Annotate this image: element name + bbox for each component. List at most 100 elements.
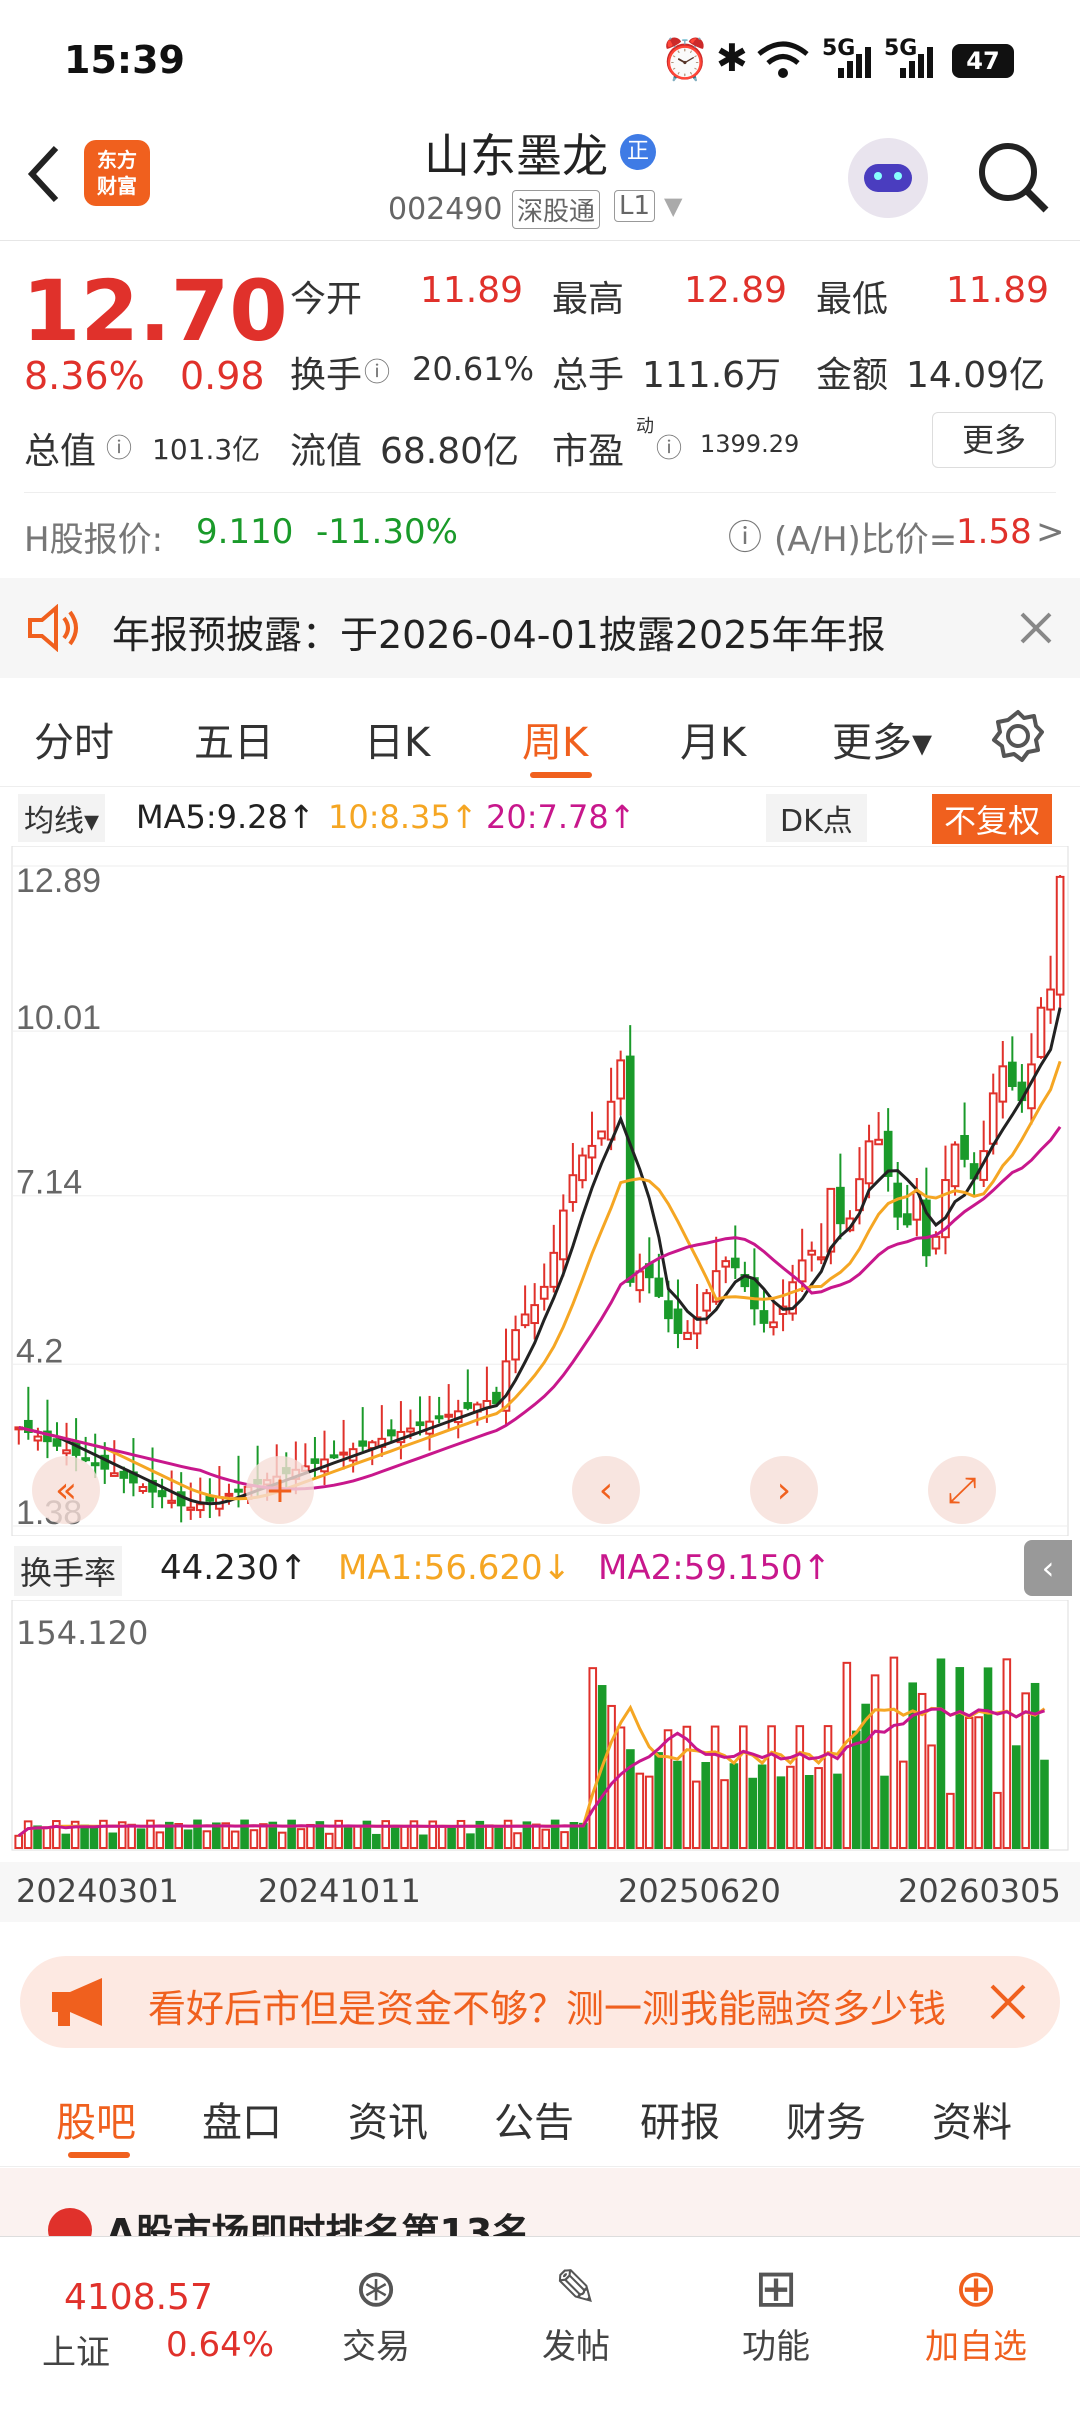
turnover-bar [786, 1765, 795, 1850]
tab-guba[interactable]: 股吧 [56, 2090, 136, 2148]
tab-finance[interactable]: 财务 [786, 2090, 866, 2148]
turnover-bar [748, 1777, 758, 1849]
pe-superscript: 动 [636, 416, 654, 437]
tab-indicator [68, 2152, 130, 2158]
turnover-bar [616, 1726, 626, 1849]
functions-label: 功能 [742, 2327, 810, 2367]
promo-banner[interactable]: 看好后市但是资金不够？测一测我能融资多少钱 [20, 1956, 1060, 2048]
candle-body [387, 1429, 396, 1437]
functions-button[interactable]: ⊞ 功能 [706, 2259, 846, 2368]
dropdown-icon[interactable]: ▼ [664, 192, 682, 220]
rank-row[interactable]: A股市场即时排名第13名 [0, 2168, 1080, 2238]
candle-body [578, 1154, 587, 1182]
turnover-ma1: MA1:56.620↓ [338, 1548, 572, 1588]
post-button[interactable]: ✎ 发帖 [506, 2259, 646, 2368]
chevron-right-icon: > [1036, 512, 1065, 552]
pe-label: 市盈 [552, 431, 625, 472]
ah-ratio-value: 1.58 [956, 512, 1032, 552]
tab-monthly-k[interactable]: 月K [680, 710, 746, 768]
ma-selector[interactable]: 均线▾ [18, 794, 106, 842]
info-icon[interactable]: ⓘ [106, 428, 132, 465]
tab-pankou[interactable]: 盘口 [202, 2090, 282, 2148]
chart-tabs: 分时 五日 日K 周K 月K 更多▾ [0, 690, 1080, 787]
turnover-bar [372, 1833, 381, 1850]
candle-body [434, 1415, 444, 1420]
turnover-bar [757, 1764, 767, 1850]
stock-header: 东方 财富 山东墨龙 正 002490 深股通 L1 ▼ [0, 120, 1080, 241]
price-tick-label: 4.2 [16, 1332, 63, 1370]
turnover-bar [494, 1827, 503, 1850]
ah-ratio-label: (A/H)比价= [774, 520, 958, 560]
turnover-bar [1030, 1682, 1040, 1849]
plus-circle-icon: ⊕ [954, 2259, 998, 2319]
turnover-value: 20.61% [412, 350, 535, 388]
close-icon[interactable] [988, 1982, 1028, 2022]
wifi-icon [757, 41, 809, 78]
turnover-chart[interactable]: 154.120 [0, 1600, 1080, 1860]
collapse-panel-button[interactable]: ‹ [1024, 1540, 1072, 1596]
turnover-bar [23, 1820, 33, 1850]
info-icon[interactable]: ⓘ [656, 428, 682, 465]
candle-body [616, 1059, 625, 1100]
tab-more[interactable]: 更多▾ [832, 710, 932, 768]
tab-research[interactable]: 研报 [640, 2090, 720, 2148]
turnover-bar [437, 1825, 447, 1850]
tab-five-day[interactable]: 五日 [194, 710, 274, 768]
amount-label: 金额 [816, 355, 889, 396]
logo-text-1: 东方 [97, 148, 137, 172]
gear-icon[interactable] [990, 708, 1046, 764]
back-arrow-icon[interactable] [24, 144, 64, 204]
help-icon[interactable]: ⓘ [728, 510, 762, 559]
tab-profile[interactable]: 资料 [932, 2090, 1012, 2148]
tab-news[interactable]: 资讯 [348, 2090, 428, 2148]
dk-point-button[interactable]: DK点 [766, 794, 867, 842]
turnover-bar [776, 1776, 786, 1849]
candle-body [186, 1506, 196, 1511]
ma10-value: 10:8.35↑ [328, 798, 478, 836]
date-label: 20250620 [618, 1872, 781, 1910]
candle-body [683, 1331, 692, 1341]
float-value: 68.80亿 [380, 431, 520, 472]
turnover-bar [899, 1760, 908, 1849]
eastmoney-logo[interactable]: 东方 财富 [84, 140, 150, 206]
turnover-max-label: 154.120 [16, 1614, 148, 1652]
battery-icon: 47 [952, 44, 1014, 78]
turnover-bar [644, 1775, 654, 1849]
tab-announcements[interactable]: 公告 [494, 2090, 574, 2148]
open-value: 11.89 [420, 270, 524, 311]
candlestick-chart[interactable]: 12.8910.017.144.21.38«+‹›⤢ [0, 846, 1080, 1536]
turnover-selector[interactable]: 换手率 [14, 1546, 123, 1596]
turnover-bar [61, 1833, 71, 1850]
tab-daily-k[interactable]: 日K [364, 710, 430, 768]
turnover-bar [390, 1826, 400, 1849]
turnover-bar [306, 1823, 315, 1849]
notice-bar[interactable]: 年报预披露：于2026-04-01披露2025年年报 [0, 578, 1080, 678]
trade-label: 交易 [342, 2327, 410, 2367]
turnover-bar [983, 1667, 993, 1849]
candle-body [597, 1130, 606, 1140]
candle-body [730, 1257, 740, 1269]
more-button[interactable]: 更多 [932, 412, 1056, 468]
hshare-change: -11.30% [316, 512, 458, 552]
robot-assistant-icon[interactable] [848, 138, 928, 218]
turnover-bar [936, 1658, 946, 1849]
candle-body [721, 1260, 731, 1268]
tab-intraday[interactable]: 分时 [34, 710, 114, 768]
candle-body [625, 1055, 635, 1283]
turnover-bar [889, 1656, 899, 1849]
signal-icon-2 [900, 47, 933, 78]
edit-icon: ✎ [554, 2259, 598, 2319]
search-icon[interactable] [976, 140, 1052, 216]
hshare-row[interactable]: H股报价: 9.110 -11.30% ⓘ (A/H)比价= 1.58 > [0, 500, 1080, 560]
turnover-bar [955, 1667, 965, 1849]
add-watchlist-button[interactable]: ⊕ 加自选 [906, 2259, 1046, 2368]
adjust-button[interactable]: 不复权 [932, 794, 1053, 844]
turnover-bar [842, 1661, 852, 1849]
tab-weekly-k[interactable]: 周K [522, 710, 588, 768]
trade-button[interactable]: ⊛ 交易 [306, 2259, 446, 2368]
close-icon[interactable] [1018, 610, 1054, 646]
index-name: 上证 [42, 2333, 110, 2373]
turnover-bar [136, 1828, 146, 1850]
turnover-bar [993, 1791, 1002, 1849]
info-icon[interactable]: ⓘ [364, 352, 390, 389]
